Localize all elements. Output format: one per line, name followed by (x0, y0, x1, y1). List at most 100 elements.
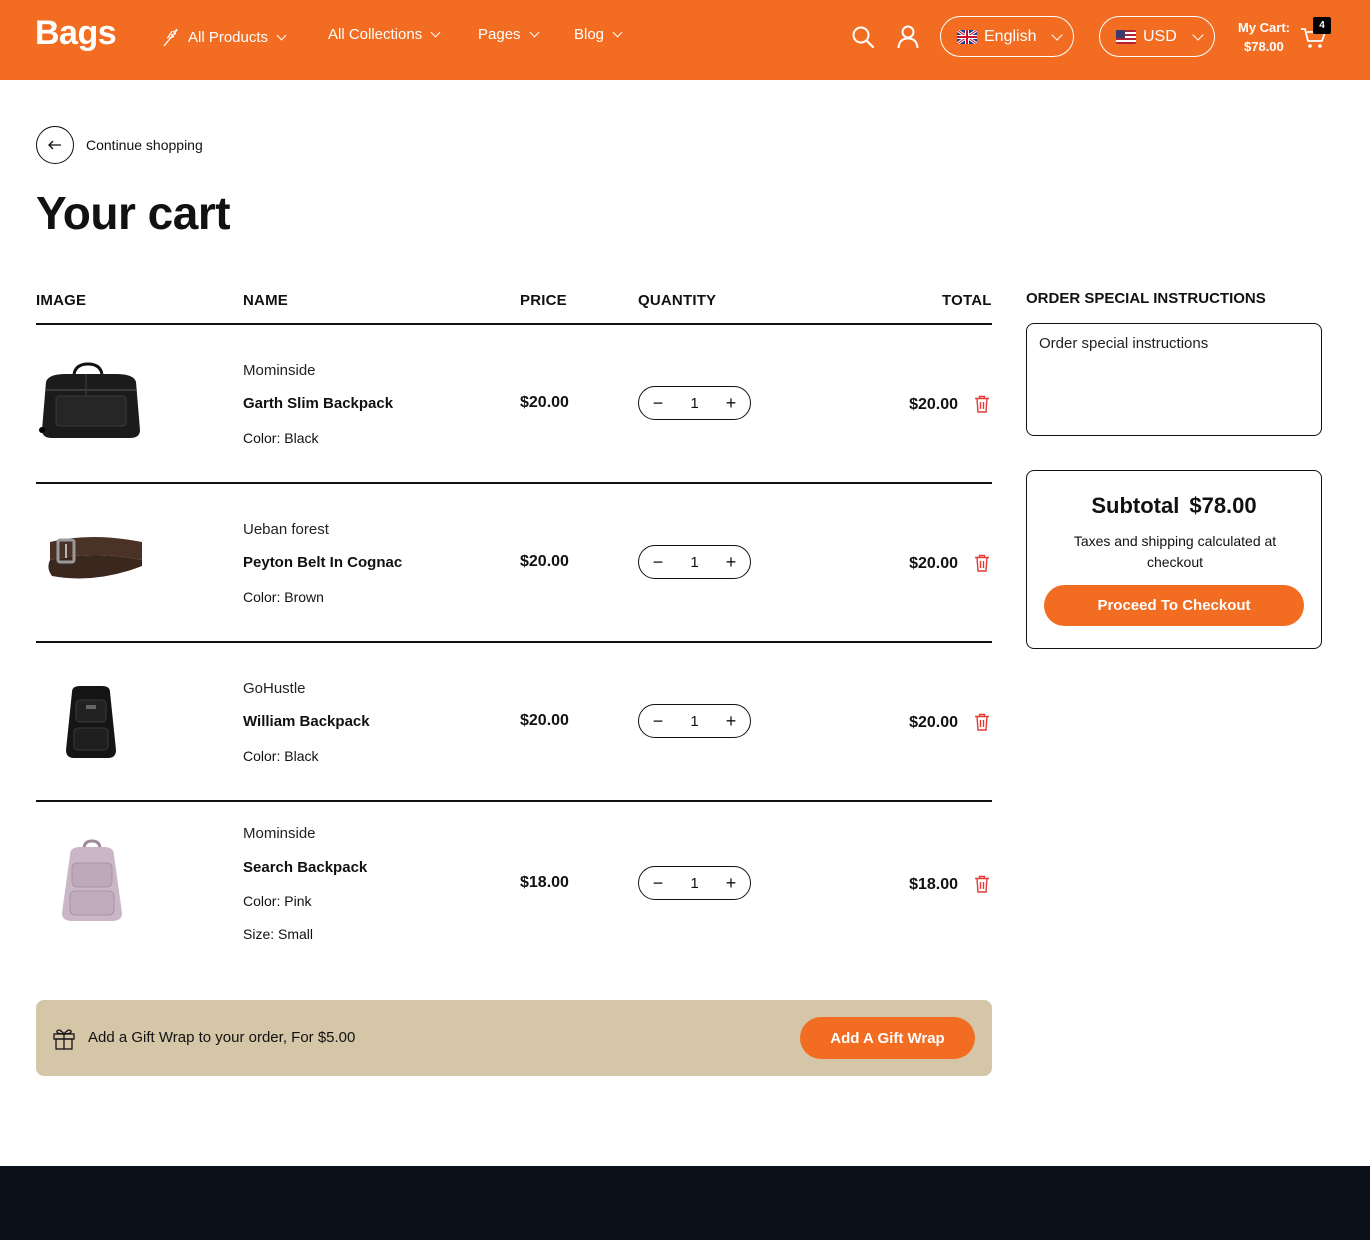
increase-quantity-button[interactable]: + (724, 712, 738, 730)
option-value: Small (278, 926, 314, 942)
line-total: $20.00 (909, 714, 958, 731)
product-name[interactable]: William Backpack (243, 713, 370, 730)
product-option: Color: Brown (243, 589, 324, 605)
cart-row: GoHustle William Backpack Color: Black $… (36, 642, 992, 800)
uk-flag-icon (957, 29, 977, 44)
quantity-value[interactable]: 1 (690, 875, 698, 892)
product-name[interactable]: Peyton Belt In Cognac (243, 554, 402, 571)
nav-label: All Collections (328, 26, 423, 43)
column-header-name: NAME (243, 292, 288, 309)
page-title: Your cart (36, 187, 231, 239)
product-vendor: Ueban forest (243, 521, 329, 538)
option-key: Color: (243, 748, 281, 764)
trash-icon[interactable] (974, 713, 990, 731)
product-image[interactable] (36, 678, 146, 762)
chevron-down-icon (1192, 28, 1204, 41)
product-vendor: Mominside (243, 362, 316, 379)
site-footer (0, 1166, 1370, 1240)
line-total: $20.00 (909, 555, 958, 572)
option-key: Color: (243, 893, 281, 909)
trash-icon[interactable] (974, 875, 990, 893)
quantity-value[interactable]: 1 (690, 713, 698, 730)
subtotal: Subtotal $78.00 (1027, 493, 1321, 519)
gift-wrap-text: Add a Gift Wrap to your order, For $5.00 (88, 1029, 356, 1046)
chevron-down-icon (430, 27, 441, 38)
decrease-quantity-button[interactable]: − (651, 874, 665, 892)
gift-icon (53, 1029, 75, 1050)
product-option: Color: Black (243, 430, 318, 446)
product-vendor: Mominside (243, 825, 316, 842)
nav-label: All Products (188, 28, 269, 46)
trash-icon[interactable] (974, 395, 990, 413)
subtotal-label: Subtotal (1091, 493, 1180, 518)
product-option: Color: Black (243, 748, 318, 764)
chevron-down-icon (529, 27, 539, 38)
nav-blog[interactable]: Blog (574, 26, 623, 43)
cart-count-badge: 4 (1313, 17, 1331, 34)
column-header-quantity: QUANTITY (638, 292, 717, 309)
quantity-value[interactable]: 1 (690, 554, 698, 571)
currency-selector[interactable]: USD (1099, 16, 1215, 57)
mini-cart-amount: $78.00 (1244, 39, 1284, 54)
decrease-quantity-button[interactable]: − (651, 553, 665, 571)
wheat-icon (163, 28, 178, 47)
search-icon[interactable] (850, 24, 876, 50)
user-icon[interactable] (895, 24, 921, 50)
add-gift-wrap-button[interactable]: Add A Gift Wrap (800, 1017, 975, 1059)
decrease-quantity-button[interactable]: − (651, 394, 665, 412)
site-header: Bags All Products All Collections Pages … (0, 0, 1370, 80)
option-key: Size: (243, 926, 275, 942)
nav-label: Blog (574, 26, 605, 43)
chevron-down-icon (612, 27, 623, 38)
product-price: $20.00 (520, 553, 569, 570)
option-value: Pink (284, 893, 312, 909)
back-button[interactable] (36, 126, 74, 164)
nav-label: Pages (478, 26, 521, 43)
arrow-left-icon (48, 140, 61, 150)
mini-cart-summary[interactable]: My Cart: $78.00 (1238, 18, 1290, 56)
quantity-value[interactable]: 1 (690, 395, 698, 412)
quantity-stepper: − 1 + (638, 545, 751, 579)
product-vendor: GoHustle (243, 680, 306, 697)
quantity-stepper: − 1 + (638, 386, 751, 420)
cart-row: Ueban forest Peyton Belt In Cognac Color… (36, 483, 992, 641)
product-name[interactable]: Search Backpack (243, 859, 367, 876)
chevron-down-icon (1051, 28, 1064, 41)
product-name[interactable]: Garth Slim Backpack (243, 395, 393, 412)
nav-pages[interactable]: Pages (478, 26, 539, 43)
site-logo[interactable]: Bags (35, 14, 117, 53)
increase-quantity-button[interactable]: + (724, 394, 738, 412)
language-label: English (984, 27, 1037, 45)
order-instructions-input[interactable] (1026, 323, 1322, 436)
line-total: $20.00 (909, 396, 958, 413)
column-header-image: IMAGE (36, 292, 87, 309)
option-key: Color: (243, 430, 281, 446)
column-header-price: PRICE (520, 292, 567, 309)
instructions-title: ORDER SPECIAL INSTRUCTIONS (1026, 290, 1266, 307)
product-option: Color: Pink (243, 893, 311, 909)
us-flag-icon (1116, 29, 1136, 44)
subtotal-value: $78.00 (1189, 493, 1257, 518)
language-selector[interactable]: English (940, 16, 1075, 57)
cart-row: Mominside Search Backpack Color: Pink Si… (36, 801, 992, 981)
decrease-quantity-button[interactable]: − (651, 712, 665, 730)
order-summary: Subtotal $78.00 Taxes and shipping calcul… (1026, 470, 1322, 649)
product-price: $20.00 (520, 712, 569, 729)
line-total: $18.00 (909, 876, 958, 893)
trash-icon[interactable] (974, 554, 990, 572)
continue-shopping-link[interactable]: Continue shopping (86, 137, 203, 153)
nav-all-collections[interactable]: All Collections (328, 26, 441, 43)
option-value: Black (284, 430, 319, 446)
checkout-button[interactable]: Proceed To Checkout (1044, 585, 1304, 626)
quantity-stepper: − 1 + (638, 866, 751, 900)
increase-quantity-button[interactable]: + (724, 553, 738, 571)
quantity-stepper: − 1 + (638, 704, 751, 738)
product-image[interactable] (36, 839, 146, 923)
option-key: Color: (243, 589, 281, 605)
nav-all-products[interactable]: All Products (160, 26, 287, 48)
product-image[interactable] (36, 360, 146, 444)
product-price: $18.00 (520, 874, 569, 891)
increase-quantity-button[interactable]: + (724, 874, 738, 892)
product-option: Size: Small (243, 926, 313, 942)
product-image[interactable] (36, 520, 146, 604)
